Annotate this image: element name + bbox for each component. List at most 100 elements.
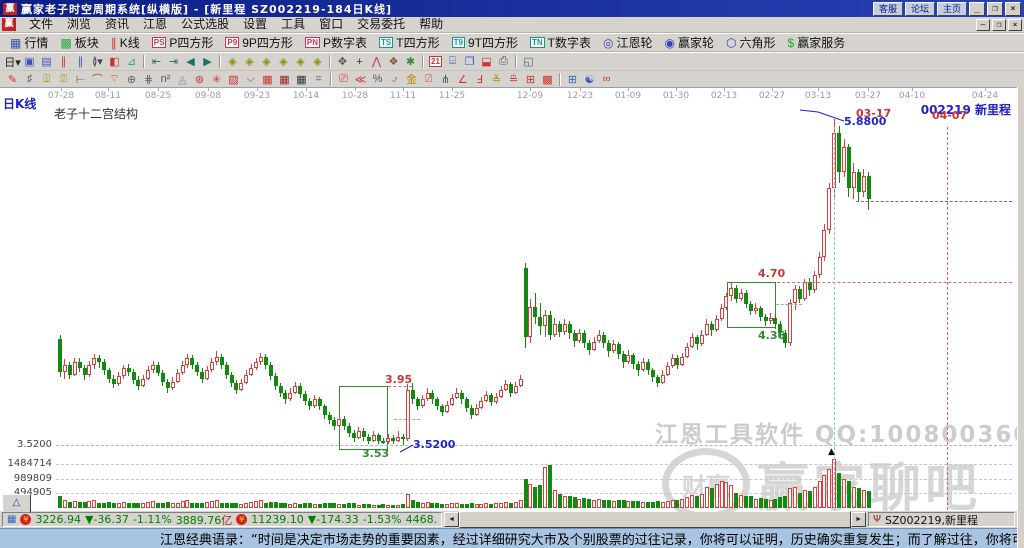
matrix-icon[interactable]: ⊞ <box>522 72 539 87</box>
steps-icon[interactable]: ≞ <box>505 72 522 87</box>
restore-button[interactable]: ❐ <box>987 2 1003 16</box>
star-burst-icon[interactable]: ✳ <box>208 72 225 87</box>
arc-icon[interactable]: ⌒ <box>89 72 106 87</box>
candle-style-dropdown[interactable]: ≬▾ <box>89 54 106 69</box>
table-icon[interactable]: ▦ <box>7 514 16 526</box>
collapse-indicator-button[interactable]: △ <box>2 494 31 512</box>
color-grid-icon[interactable]: ⊞ <box>564 72 581 87</box>
kline-blue-icon[interactable]: ∥ <box>72 54 89 69</box>
turned-f-line-icon[interactable]: Ⅎ <box>471 72 488 87</box>
menu-item-7[interactable]: 窗口 <box>312 17 350 32</box>
save-icon[interactable]: ⬓ <box>478 54 495 69</box>
calendar-icon[interactable]: 21 <box>427 54 444 69</box>
percent-icon[interactable]: % <box>369 72 386 87</box>
grid-tower-icon[interactable]: ▦ <box>276 72 293 87</box>
gold-ratio-icon[interactable]: 金 <box>403 72 420 87</box>
triangle-tool-icon[interactable]: ◬ <box>174 72 191 87</box>
menu-item-4[interactable]: 公式选股 <box>174 17 236 32</box>
hand-tool-icon[interactable]: ✥ <box>334 54 351 69</box>
export-icon[interactable]: ◱ <box>520 54 537 69</box>
first-bar-icon[interactable]: ⇤ <box>148 54 165 69</box>
winner-service-button[interactable]: $赢家服务 <box>782 34 852 51</box>
menu-item-3[interactable]: 江恩 <box>136 17 174 32</box>
ray-fan-icon[interactable]: ≪ <box>352 72 369 87</box>
kline-chart[interactable]: 日K线 老子十二宫结构 002219 新里程 江恩工具软件 QQ:1008003… <box>0 87 1017 512</box>
pattern-box-icon[interactable]: ▨ <box>225 72 242 87</box>
winner-wheel-button[interactable]: ◉赢家轮 <box>659 34 721 51</box>
menu-item-1[interactable]: 浏览 <box>60 17 98 32</box>
flag-icon[interactable]: ⊿ <box>123 54 140 69</box>
home-button[interactable]: 主页 <box>937 2 967 16</box>
p-number-table-button[interactable]: PNP数字表 <box>299 34 373 51</box>
next-bar-icon[interactable]: ▶ <box>199 54 216 69</box>
scroll-right-arrow[interactable]: ► <box>851 512 866 527</box>
grid-hash-icon[interactable]: ♯ <box>21 72 38 87</box>
close-button[interactable]: × <box>1005 2 1021 16</box>
child-minimize-button[interactable]: – <box>976 19 990 31</box>
p-square-button[interactable]: PSP四方形 <box>146 34 220 51</box>
horizontal-scrollbar[interactable]: ◄ ► <box>444 512 866 527</box>
calculator-icon[interactable]: ⌸ <box>444 54 461 69</box>
kline-red-icon[interactable]: ∥ <box>55 54 72 69</box>
wave-line-icon[interactable]: ≚ <box>488 72 505 87</box>
infinity-icon[interactable]: ∞ <box>598 72 615 87</box>
dense-grid-icon[interactable]: ⋕ <box>140 72 157 87</box>
forum-button[interactable]: 论坛 <box>905 2 935 16</box>
sectors-button[interactable]: ▩板块 <box>54 34 104 51</box>
gann-grid-down-icon[interactable]: ⍔ <box>55 72 72 87</box>
last-bar-icon[interactable]: ⇥ <box>165 54 182 69</box>
grid-black-icon[interactable]: ▦ <box>293 72 310 87</box>
gann-diamond-6-icon[interactable]: ◈ <box>309 54 326 69</box>
child-close-button[interactable]: × <box>1008 19 1022 31</box>
gann-diamond-2-icon[interactable]: ◈ <box>241 54 258 69</box>
menu-item-8[interactable]: 交易委托 <box>350 17 412 32</box>
market-quotes-button[interactable]: ▦行情 <box>4 34 54 51</box>
p9-square-button[interactable]: P99P四方形 <box>219 34 298 51</box>
layout-switch-icon[interactable]: ▣ <box>21 54 38 69</box>
menu-item-2[interactable]: 资讯 <box>98 17 136 32</box>
t-number-table-button[interactable]: TNT数字表 <box>524 34 597 51</box>
dense-matrix-icon[interactable]: ▩ <box>539 72 556 87</box>
menu-item-0[interactable]: 文件 <box>22 17 60 32</box>
form-icon[interactable]: ⌗ <box>310 72 327 87</box>
child-restore-button[interactable]: ❐ <box>992 19 1006 31</box>
zigzag-icon[interactable]: ⌵ <box>242 72 259 87</box>
t-square-button[interactable]: TST四方形 <box>373 34 446 51</box>
minimize-button[interactable]: _ <box>969 2 985 16</box>
gann-diamond-1-icon[interactable]: ◈ <box>224 54 241 69</box>
gann-diamond-3-icon[interactable]: ◈ <box>258 54 275 69</box>
gann-line2-icon[interactable]: ⍁ <box>420 72 437 87</box>
prev-bar-icon[interactable]: ◀ <box>182 54 199 69</box>
gann-grid-up-icon[interactable]: ⍍ <box>38 72 55 87</box>
measure-icon[interactable]: ⋀ <box>368 54 385 69</box>
yinyang-icon[interactable]: ☯ <box>581 72 598 87</box>
scrollbar-thumb[interactable] <box>459 511 851 528</box>
hexagon-button[interactable]: ⬡六角形 <box>720 34 782 51</box>
scroll-left-arrow[interactable]: ◄ <box>444 512 459 527</box>
pitchfork-icon[interactable]: ⋔ <box>437 72 454 87</box>
analysis-icon[interactable]: ✱ <box>402 54 419 69</box>
draw-pen-icon[interactable]: ✎ <box>4 72 21 87</box>
chip-icon[interactable]: ❖ <box>385 54 402 69</box>
kline-button[interactable]: ∥K线 <box>105 34 146 51</box>
period-day-dropdown[interactable]: 日▾ <box>4 54 21 69</box>
angle-arc-icon[interactable]: ⌔ <box>106 72 123 87</box>
menu-item-6[interactable]: 工具 <box>274 17 312 32</box>
panel-icon[interactable]: ❐ <box>461 54 478 69</box>
gann-wheel-small-icon[interactable]: ⊛ <box>191 72 208 87</box>
customer-service-button[interactable]: 客服 <box>873 2 903 16</box>
menu-item-9[interactable]: 帮助 <box>412 17 450 32</box>
circle-cross-icon[interactable]: ⊕ <box>123 72 140 87</box>
grid-flag-red-icon[interactable]: ▦ <box>259 72 276 87</box>
n-square-icon[interactable]: n² <box>157 72 174 87</box>
gann-diamond-4-icon[interactable]: ◈ <box>275 54 292 69</box>
printer-icon[interactable]: ⎙ <box>495 54 512 69</box>
tline-icon[interactable]: ⊢ <box>72 72 89 87</box>
menu-item-5[interactable]: 设置 <box>236 17 274 32</box>
crosshair-icon[interactable]: + <box>351 54 368 69</box>
select-region-icon[interactable]: ◧ <box>106 54 123 69</box>
gann-wheel-button[interactable]: ◎江恩轮 <box>597 34 659 51</box>
t9-square-button[interactable]: T99T四方形 <box>446 34 524 51</box>
angle-line-icon[interactable]: ∠ <box>454 72 471 87</box>
gann-diamond-5-icon[interactable]: ◈ <box>292 54 309 69</box>
